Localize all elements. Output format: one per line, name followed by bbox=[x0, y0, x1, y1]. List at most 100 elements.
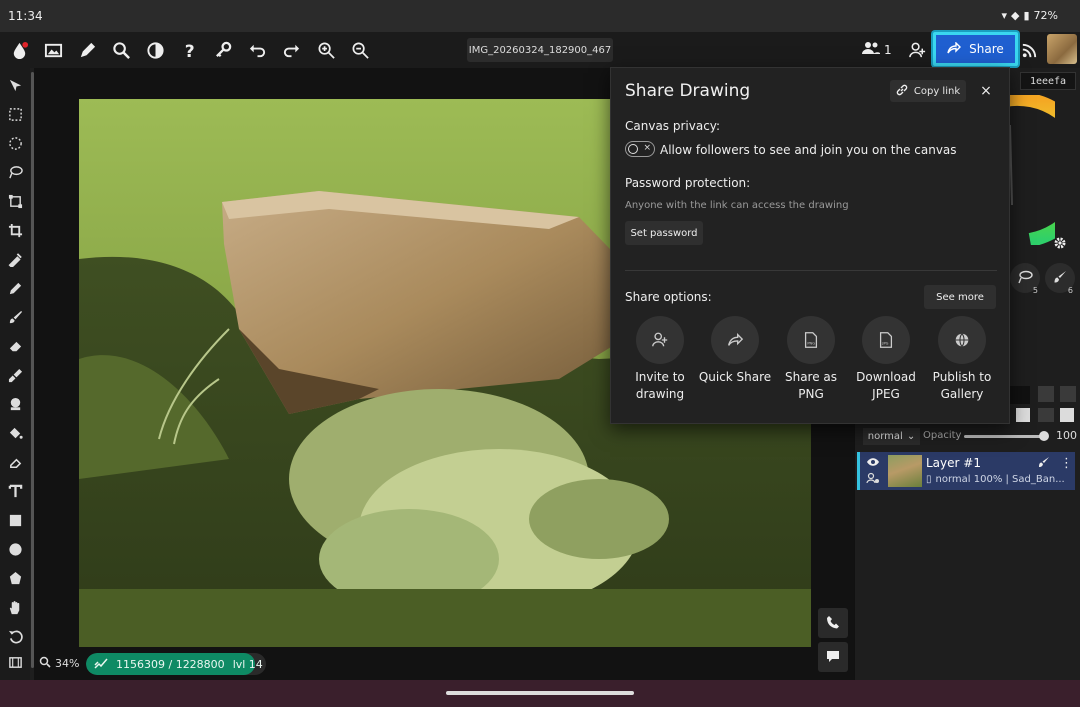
search-icon[interactable] bbox=[108, 37, 134, 63]
shape-tool-icon[interactable] bbox=[5, 568, 25, 588]
option-label: drawing bbox=[635, 387, 685, 401]
image-icon[interactable] bbox=[40, 37, 66, 63]
status-time: 11:34 bbox=[8, 9, 43, 23]
lasso-icon[interactable] bbox=[5, 162, 25, 182]
layer-lock-icon[interactable] bbox=[866, 472, 880, 487]
add-user-icon[interactable] bbox=[904, 37, 930, 63]
rect-select-icon[interactable] bbox=[5, 104, 25, 124]
copy-link-button[interactable]: Copy link bbox=[890, 80, 966, 102]
set-password-button[interactable]: Set password bbox=[625, 221, 703, 245]
new-layer-icon[interactable] bbox=[1038, 386, 1054, 402]
home-indicator[interactable] bbox=[446, 691, 634, 695]
password-hint: Anyone with the link can access the draw… bbox=[625, 200, 849, 211]
visibility-eye-icon[interactable] bbox=[866, 456, 880, 470]
divider bbox=[625, 270, 997, 271]
pencil-tool-icon[interactable] bbox=[5, 278, 25, 298]
opacity-slider-thumb[interactable] bbox=[1039, 431, 1049, 441]
privacy-toggle[interactable]: × bbox=[625, 141, 655, 157]
signal-icon: ▾ bbox=[1001, 9, 1008, 22]
toggle-knob bbox=[628, 144, 638, 154]
layer-tools bbox=[1010, 386, 1080, 426]
add-user-icon bbox=[636, 316, 684, 364]
svg-text:?: ? bbox=[184, 42, 194, 60]
blend-mode-value: normal bbox=[867, 431, 903, 442]
share-as-png-option[interactable]: PNG Share as PNG bbox=[773, 316, 849, 403]
share-dialog: Share Drawing Copy link × Canvas privacy… bbox=[610, 67, 1010, 424]
user-avatar[interactable] bbox=[1047, 34, 1077, 64]
ellipse-tool-icon[interactable] bbox=[5, 539, 25, 559]
rotate-icon[interactable] bbox=[5, 626, 25, 646]
see-more-button[interactable]: See more bbox=[924, 285, 996, 309]
filename-label[interactable]: IMG_20260324_182900_467 bbox=[467, 38, 613, 62]
eraser-icon[interactable] bbox=[5, 336, 25, 356]
rectangle-tool-icon[interactable] bbox=[5, 510, 25, 530]
color-hex-input[interactable]: 1eeefa bbox=[1020, 72, 1076, 90]
chat-button[interactable] bbox=[818, 642, 848, 672]
share-options-label: Share options: bbox=[625, 290, 712, 304]
brush-slot-5[interactable]: 5 bbox=[1010, 263, 1040, 295]
blur-icon[interactable] bbox=[5, 452, 25, 472]
zoom-in-icon[interactable] bbox=[313, 37, 339, 63]
layer-brush-icon[interactable] bbox=[1038, 456, 1050, 471]
hand-tool-icon[interactable] bbox=[5, 597, 25, 617]
publish-to-gallery-option[interactable]: Publish to Gallery bbox=[924, 316, 1000, 403]
app-logo-icon[interactable] bbox=[6, 37, 32, 63]
link-icon bbox=[896, 84, 908, 99]
contrast-icon[interactable] bbox=[142, 37, 168, 63]
wifi-icon: ◆ bbox=[1011, 9, 1020, 22]
brush-icon bbox=[1053, 270, 1067, 287]
fill-bucket-icon[interactable] bbox=[5, 423, 25, 443]
brush-slot-6[interactable]: 6 bbox=[1045, 263, 1075, 295]
brush-progress-icon bbox=[94, 657, 108, 672]
undo-icon[interactable] bbox=[244, 37, 270, 63]
progress-label: 1156309 / 1228800 lvl 14 bbox=[94, 657, 263, 672]
move-tool-icon[interactable] bbox=[5, 75, 25, 95]
layer-name: Layer #1 bbox=[926, 456, 981, 470]
layer-color-swatch[interactable] bbox=[1010, 386, 1030, 404]
ellipse-select-icon[interactable] bbox=[5, 133, 25, 153]
brush-icon[interactable] bbox=[5, 307, 25, 327]
filmstrip-icon[interactable] bbox=[5, 652, 25, 672]
zoom-out-icon[interactable] bbox=[347, 37, 373, 63]
option-label: Download bbox=[856, 370, 916, 384]
redo-icon[interactable] bbox=[278, 37, 304, 63]
blend-mode-select[interactable]: normal ⌄ bbox=[863, 428, 920, 445]
download-jpeg-option[interactable]: JPG Download JPEG bbox=[848, 316, 924, 403]
option-label: PNG bbox=[798, 387, 824, 401]
battery-icon: ▮ bbox=[1023, 9, 1030, 22]
settings-gear-icon[interactable] bbox=[1053, 236, 1067, 253]
pencil-icon[interactable] bbox=[74, 37, 100, 63]
crop-icon[interactable] bbox=[5, 220, 25, 240]
layer-menu-icon[interactable]: ⋮ bbox=[1060, 456, 1073, 471]
share-button-label: Share bbox=[969, 42, 1004, 56]
copy-layer-icon[interactable] bbox=[1016, 408, 1030, 422]
opacity-slider[interactable] bbox=[964, 435, 1046, 438]
key-icon[interactable] bbox=[210, 37, 236, 63]
call-button[interactable] bbox=[818, 608, 848, 638]
option-label: Publish to bbox=[932, 370, 992, 384]
jpeg-file-icon: JPG bbox=[862, 316, 910, 364]
add-layer-icon[interactable] bbox=[1060, 408, 1074, 422]
file-icon: ▯ bbox=[926, 474, 932, 485]
layer-thumbnail bbox=[888, 455, 922, 487]
close-icon[interactable]: × bbox=[976, 81, 996, 101]
duplicate-layer-icon[interactable] bbox=[1060, 386, 1076, 402]
copy-link-label: Copy link bbox=[913, 85, 961, 97]
stamp-icon[interactable] bbox=[5, 394, 25, 414]
users-online-button[interactable]: 1 bbox=[862, 41, 892, 58]
svg-text:JPG: JPG bbox=[881, 342, 888, 346]
share-button[interactable]: Share bbox=[933, 32, 1018, 66]
invite-to-drawing-option[interactable]: Invite to drawing bbox=[622, 316, 698, 403]
help-icon[interactable]: ? bbox=[176, 37, 202, 63]
eyedropper-icon[interactable] bbox=[5, 249, 25, 269]
layer-row[interactable]: Layer #1 ▯ normal 100% | Sad_Ban... ⋮ bbox=[857, 452, 1075, 490]
option-label: Quick Share bbox=[698, 370, 772, 384]
rss-icon[interactable] bbox=[1016, 37, 1042, 63]
merge-layer-icon[interactable] bbox=[1038, 408, 1054, 422]
zoom-indicator[interactable]: 34% bbox=[39, 656, 79, 671]
text-tool-icon[interactable] bbox=[5, 481, 25, 501]
quick-share-option[interactable]: Quick Share bbox=[697, 316, 773, 386]
level-label: lvl 14 bbox=[232, 658, 263, 671]
smudge-icon[interactable] bbox=[5, 365, 25, 385]
transform-icon[interactable] bbox=[5, 191, 25, 211]
